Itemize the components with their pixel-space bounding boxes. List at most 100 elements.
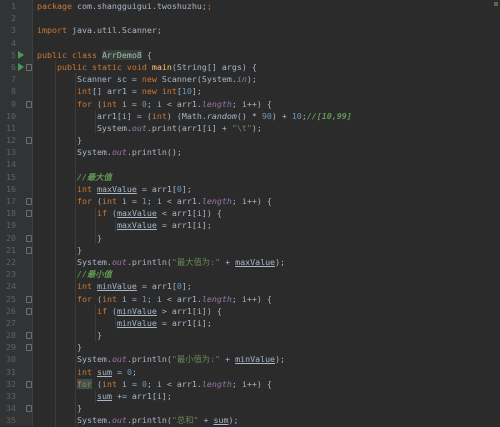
code-token: .println( [126, 256, 172, 267]
fold-marker-icon[interactable] [26, 234, 32, 242]
code-line[interactable]: arr1[i] = (int) (Math.random() * 90) + 1… [33, 110, 500, 122]
code-token: "\t" [231, 122, 252, 133]
code-line[interactable]: if (minValue > arr1[i]) { [33, 305, 500, 317]
code-line[interactable]: } [33, 232, 500, 244]
fold-marker-icon[interactable] [26, 137, 32, 145]
code-line[interactable]: System.out.println("最大值为:" + maxValue); [33, 256, 500, 268]
code-token: int [151, 110, 167, 121]
gutter-row: 15 [0, 171, 32, 183]
code-line[interactable]: } [33, 341, 500, 353]
code-line[interactable]: //最大值 [33, 171, 500, 183]
code-token: (String[] args) { [171, 61, 257, 72]
code-token: //最大值 [76, 171, 112, 182]
fold-marker-icon[interactable] [26, 332, 32, 340]
code-line-text: int[] arr1 = new int[10]; [37, 85, 202, 97]
code-line[interactable]: minValue = arr1[i]; [33, 317, 500, 329]
line-number: 16 [6, 183, 16, 194]
code-line[interactable]: package com.shangguigui.twoshuzhu;; [33, 0, 500, 12]
code-line[interactable]: System.out.println("总和" + sum); [33, 414, 500, 426]
run-gutter-icon[interactable] [18, 62, 24, 71]
fold-marker-icon[interactable] [26, 405, 32, 413]
code-line[interactable]: System.out.println(); [33, 146, 500, 158]
code-line[interactable]: for (int i = 1; i < arr1.length; i++) { [33, 195, 500, 207]
code-line[interactable] [33, 158, 500, 170]
code-token: ]; [181, 183, 192, 194]
fold-marker-icon[interactable] [26, 246, 32, 254]
code-line[interactable]: sum += arr1[i]; [33, 390, 500, 402]
code-line[interactable]: System.out.print(arr1[i] + "\t"); [33, 122, 500, 134]
code-line[interactable]: if (maxValue < arr1[i]) { [33, 207, 500, 219]
code-token: ; i < arr1. [146, 378, 202, 389]
code-line[interactable]: } [33, 244, 500, 256]
code-line-text: package com.shangguigui.twoshuzhu;; [37, 0, 212, 12]
code-line[interactable]: int minValue = arr1[0]; [33, 280, 500, 292]
code-token: + [220, 256, 236, 267]
code-token: for [76, 196, 97, 206]
code-line[interactable] [33, 37, 500, 49]
gutter-row: 25 [0, 293, 32, 305]
code-token: minValue [116, 317, 157, 328]
fold-marker-icon[interactable] [26, 307, 32, 315]
gutter-row: 20 [0, 232, 32, 244]
line-number: 28 [6, 330, 16, 341]
code-line[interactable]: int maxValue = arr1[0]; [33, 183, 500, 195]
line-number: 31 [6, 366, 16, 377]
code-line[interactable]: } [33, 402, 500, 414]
editor-scrollbar[interactable] [492, 0, 500, 426]
fold-marker-icon[interactable] [26, 100, 32, 108]
fold-marker-icon[interactable] [26, 380, 32, 388]
code-token: int [101, 98, 122, 109]
code-token: [] arr1 = [91, 86, 142, 97]
run-gutter-icon[interactable] [18, 50, 24, 59]
fold-marker-icon[interactable] [26, 210, 32, 218]
code-line[interactable]: maxValue = arr1[i]; [33, 219, 500, 231]
gutter-row: 32 [0, 378, 32, 390]
fold-marker-icon[interactable] [26, 295, 32, 303]
line-number: 15 [6, 171, 16, 182]
gutter-row: 12 [0, 134, 32, 146]
line-number: 34 [6, 403, 16, 414]
fold-marker-icon[interactable] [26, 198, 32, 205]
code-token: int [101, 293, 122, 304]
line-number: 11 [6, 122, 16, 133]
code-line[interactable]: //最小值 [33, 268, 500, 280]
code-token: import [37, 25, 67, 36]
fold-marker-icon[interactable] [26, 344, 32, 352]
code-token: int [76, 86, 92, 97]
gutter-row: 27 [0, 317, 32, 329]
line-number: 21 [6, 244, 16, 255]
code-token: ); [275, 256, 286, 267]
code-token: ArrDemo8 [101, 49, 142, 60]
inspection-status-icon[interactable] [494, 2, 498, 6]
code-line[interactable]: public static void main(String[] args) { [33, 61, 500, 73]
code-line[interactable]: Scanner sc = new Scanner(System.in); [33, 73, 500, 85]
code-line-text: public static void main(String[] args) { [37, 61, 257, 73]
code-editor[interactable]: 1 2 3 4 5 6 7 8 9 10 11 12 13 14 15 16 17 18 19 20 21 22 23 24 2… [0, 0, 500, 427]
code-line-text: minValue = arr1[i]; [37, 317, 212, 329]
code-line[interactable]: } [33, 134, 500, 146]
indent-guide [95, 390, 96, 403]
code-line[interactable]: for (int i = 0; i < arr1.length; i++) { [33, 378, 500, 390]
line-number: 19 [6, 220, 16, 231]
code-line[interactable] [33, 12, 500, 24]
code-line[interactable]: for (int i = 1; i < arr1.length; i++) { [33, 293, 500, 305]
fold-marker-icon[interactable] [26, 63, 32, 71]
code-line[interactable]: public class ArrDemo8 { [33, 49, 500, 61]
code-line[interactable]: for (int i = 0; i < arr1.length; i++) { [33, 98, 500, 110]
line-number-gutter[interactable]: 1 2 3 4 5 6 7 8 9 10 11 12 13 14 15 16 17 18 19 20 21 22 23 24 2… [0, 0, 33, 426]
code-line[interactable]: int[] arr1 = new int[10]; [33, 85, 500, 97]
code-token: + [220, 354, 236, 365]
code-token: out [111, 147, 127, 158]
code-token: minValue [96, 281, 137, 292]
code-line[interactable]: import java.util.Scanner; [33, 24, 500, 36]
gutter-row: 5 [0, 49, 32, 61]
code-area[interactable]: package com.shangguigui.twoshuzhu;; impor… [33, 0, 500, 427]
code-line[interactable]: int sum = 0; [33, 366, 500, 378]
code-line-text: int maxValue = arr1[0]; [37, 183, 192, 195]
code-line[interactable]: System.out.println("最小值为:" + minValue); [33, 353, 500, 365]
code-line[interactable]: } [33, 329, 500, 341]
